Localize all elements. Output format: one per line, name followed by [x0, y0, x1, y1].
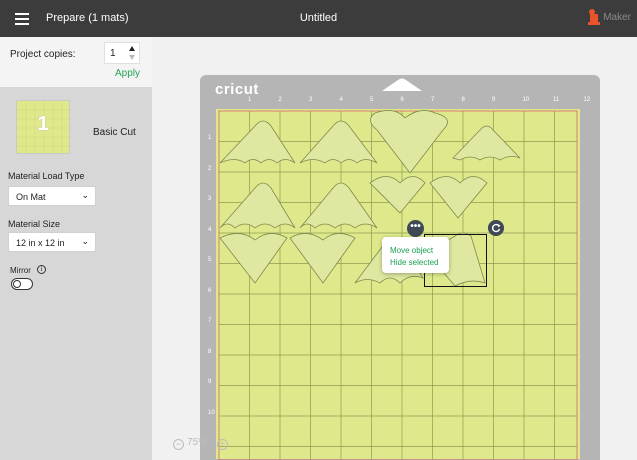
context-menu: Move object Hide selected: [382, 237, 449, 273]
ruler-number: 7: [431, 97, 435, 103]
material-load-select[interactable]: On Mat ⌄: [8, 186, 96, 206]
ruler-number: 12: [583, 97, 591, 103]
more-options-icon[interactable]: •••: [407, 220, 424, 237]
rotate-icon[interactable]: [488, 220, 504, 236]
info-icon[interactable]: i: [37, 265, 46, 274]
apply-button[interactable]: Apply: [115, 68, 140, 79]
top-bar: Prepare (1 mats) Untitled Maker: [0, 0, 637, 37]
zoom-in-icon[interactable]: +: [217, 439, 228, 450]
material-size-label: Material Size: [8, 219, 61, 229]
mat-number: 1: [37, 113, 49, 135]
ruler-number: 2: [208, 165, 212, 172]
chevron-down-icon: ⌄: [81, 190, 89, 200]
mat-grid: [218, 110, 578, 460]
ruler-number: 6: [208, 287, 212, 294]
zoom-out-icon[interactable]: −: [173, 439, 184, 450]
machine-name[interactable]: Maker: [603, 12, 631, 23]
ruler-number: 10: [208, 409, 215, 416]
mat-name: Basic Cut: [93, 127, 136, 138]
ruler-number: 3: [208, 196, 212, 202]
ruler-number: 6: [400, 97, 404, 103]
mirror-label: Mirror: [10, 266, 31, 275]
ruler-number: 7: [208, 318, 212, 324]
material-load-label: Material Load Type: [8, 171, 85, 181]
ruler-number: 8: [461, 97, 465, 103]
copies-value[interactable]: 1: [110, 48, 116, 59]
ruler-number: 10: [522, 97, 530, 103]
zoom-level: 75%: [187, 437, 208, 448]
ruler-number: 1: [248, 97, 252, 103]
cricut-logo: cricut: [215, 81, 259, 98]
material-size-value: 12 in x 12 in: [16, 238, 65, 248]
copies-panel: Project copies: 1 Apply: [0, 37, 152, 87]
copies-input[interactable]: 1: [104, 42, 140, 64]
ruler-number: 4: [208, 226, 212, 233]
ruler-number: 3: [309, 97, 313, 103]
ruler-number: 5: [208, 257, 212, 263]
copies-label: Project copies:: [10, 49, 76, 60]
copies-stepper-icon[interactable]: [128, 45, 136, 61]
ruler-number: 8: [208, 348, 212, 355]
document-title: Untitled: [299, 12, 338, 24]
machine-alert-icon[interactable]: [587, 8, 601, 26]
ruler-number: 1: [208, 135, 212, 141]
ruler-number: 11: [553, 97, 560, 103]
ruler-number: 9: [492, 97, 496, 103]
material-size-select[interactable]: 12 in x 12 in ⌄: [8, 232, 96, 252]
ruler-number: 5: [370, 97, 374, 103]
ruler-number: 2: [278, 97, 282, 103]
chevron-down-icon: ⌄: [81, 236, 89, 246]
mat-handle-icon: [382, 78, 422, 91]
mat-settings-panel: 1 Basic Cut Material Load Type On Mat ⌄ …: [0, 87, 152, 460]
toggle-knob: [13, 280, 21, 288]
ruler-number: 9: [208, 379, 212, 385]
mat-thumbnail[interactable]: 1: [16, 100, 71, 155]
hide-selected-item[interactable]: Hide selected: [390, 258, 438, 267]
move-object-item[interactable]: Move object: [390, 246, 433, 255]
ruler-number: 4: [339, 97, 343, 103]
material-load-value: On Mat: [16, 192, 46, 202]
mat-card[interactable]: 1 Basic Cut: [8, 92, 152, 160]
mirror-toggle[interactable]: [11, 278, 33, 290]
